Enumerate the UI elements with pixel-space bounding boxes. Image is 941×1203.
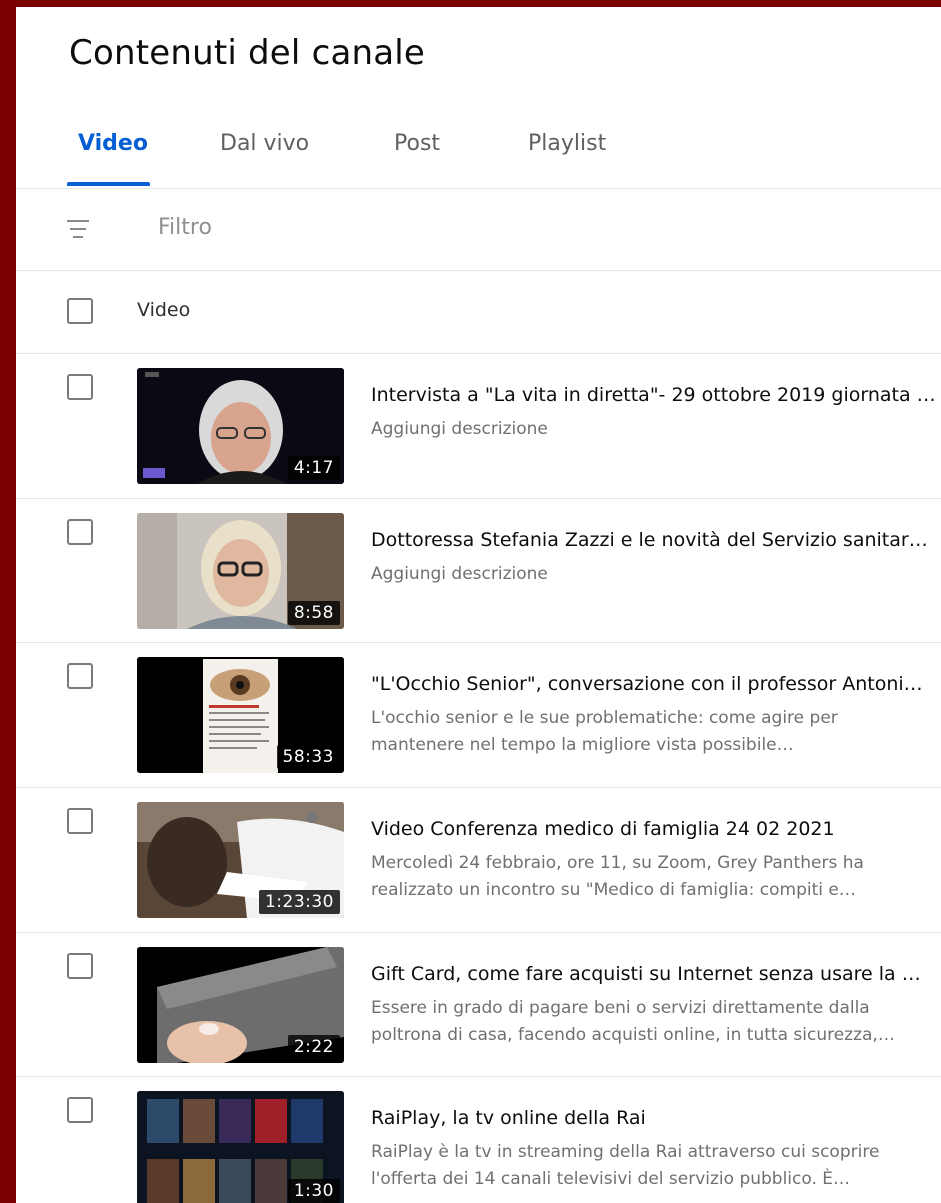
video-row[interactable]: 1:30 RaiPlay, la tv online della Rai Rai… [16,1077,941,1203]
select-all-checkbox[interactable] [67,298,93,324]
video-title[interactable]: Gift Card, come fare acquisti su Interne… [371,963,941,985]
video-duration: 58:33 [276,745,340,769]
tab-posts[interactable]: Post [394,131,440,156]
video-duration: 8:58 [287,601,340,625]
video-title[interactable]: Dottoressa Stefania Zazzi e le novità de… [371,529,941,551]
video-row[interactable]: 4:17 Intervista a "La vita in diretta"- … [16,354,941,498]
page-title: Contenuti del canale [69,33,426,73]
column-header-video: Video [137,299,191,321]
video-thumbnail[interactable]: 4:17 [137,368,344,484]
video-description[interactable]: RaiPlay è la tv in streaming della Rai a… [371,1139,936,1193]
video-thumbnail[interactable]: 2:22 [137,947,344,1063]
row-checkbox[interactable] [67,663,93,689]
filter-icon[interactable] [67,218,89,240]
video-row[interactable]: 2:22 Gift Card, come fare acquisti su In… [16,933,941,1077]
row-checkbox[interactable] [67,374,93,400]
video-title[interactable]: Intervista a "La vita in diretta"- 29 ot… [371,384,941,406]
tab-live[interactable]: Dal vivo [220,131,309,156]
video-thumbnail[interactable]: 58:33 [137,657,344,773]
video-duration: 1:30 [287,1179,340,1203]
video-description[interactable]: Mercoledì 24 febbraio, ore 11, su Zoom, … [371,850,936,904]
video-thumbnail[interactable]: 8:58 [137,513,344,629]
tab-playlist[interactable]: Playlist [528,131,606,156]
row-checkbox[interactable] [67,1097,93,1123]
video-title[interactable]: RaiPlay, la tv online della Rai [371,1107,941,1129]
channel-content-panel: Contenuti del canale Video Dal vivo Post… [16,7,941,1203]
video-row[interactable]: 58:33 "L'Occhio Senior", conversazione c… [16,643,941,787]
row-checkbox[interactable] [67,519,93,545]
content-tabs: Video Dal vivo Post Playlist [16,117,941,189]
divider [16,270,941,271]
tab-video[interactable]: Video [78,131,148,156]
video-thumbnail[interactable]: 1:23:30 [137,802,344,918]
active-tab-indicator [67,182,150,186]
row-checkbox[interactable] [67,808,93,834]
video-thumbnail[interactable]: 1:30 [137,1091,344,1203]
video-description[interactable]: Essere in grado di pagare beni o servizi… [371,995,936,1049]
video-description[interactable]: Aggiungi descrizione [371,561,936,588]
video-description[interactable]: L'occhio senior e le sue problematiche: … [371,705,936,759]
filter-input[interactable]: Filtro [158,215,212,240]
video-description[interactable]: Aggiungi descrizione [371,416,936,443]
video-duration: 2:22 [287,1035,340,1059]
video-title[interactable]: Video Conferenza medico di famiglia 24 0… [371,818,941,840]
video-row[interactable]: 1:23:30 Video Conferenza medico di famig… [16,788,941,932]
video-duration: 1:23:30 [258,890,340,914]
video-row[interactable]: 8:58 Dottoressa Stefania Zazzi e le novi… [16,499,941,643]
video-title[interactable]: "L'Occhio Senior", conversazione con il … [371,673,941,695]
divider [16,188,941,189]
video-duration: 4:17 [287,456,340,480]
row-checkbox[interactable] [67,953,93,979]
